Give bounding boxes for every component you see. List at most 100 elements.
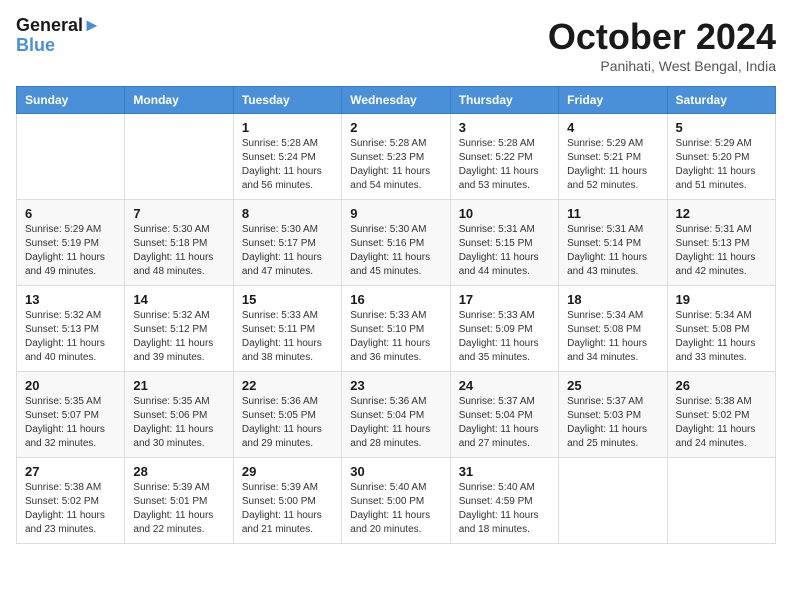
calendar-cell: 8Sunrise: 5:30 AMSunset: 5:17 PMDaylight… [233, 200, 341, 286]
sunset-text: Sunset: 5:19 PM [25, 237, 116, 251]
day-number: 3 [459, 120, 550, 135]
calendar-cell: 24Sunrise: 5:37 AMSunset: 5:04 PMDayligh… [450, 372, 558, 458]
sunrise-text: Sunrise: 5:30 AM [242, 223, 333, 237]
sunset-text: Sunset: 5:14 PM [567, 237, 658, 251]
sunrise-text: Sunrise: 5:39 AM [242, 481, 333, 495]
calendar-cell: 14Sunrise: 5:32 AMSunset: 5:12 PMDayligh… [125, 286, 233, 372]
day-info: Sunrise: 5:37 AMSunset: 5:04 PMDaylight:… [459, 395, 550, 451]
day-number: 6 [25, 206, 116, 221]
sunset-text: Sunset: 5:03 PM [567, 409, 658, 423]
calendar-cell [667, 458, 775, 544]
sunrise-text: Sunrise: 5:30 AM [133, 223, 224, 237]
daylight-text: Daylight: 11 hours and 30 minutes. [133, 423, 224, 451]
day-info: Sunrise: 5:35 AMSunset: 5:07 PMDaylight:… [25, 395, 116, 451]
calendar-cell: 3Sunrise: 5:28 AMSunset: 5:22 PMDaylight… [450, 114, 558, 200]
day-info: Sunrise: 5:32 AMSunset: 5:13 PMDaylight:… [25, 309, 116, 365]
calendar-cell: 4 Sunrise: 5:29 AMSunset: 5:21 PMDaylight… [559, 114, 667, 200]
day-number: 23 [350, 378, 441, 393]
sunset-text: Sunset: 5:10 PM [350, 323, 441, 337]
daylight-text: Daylight: 11 hours and 39 minutes. [133, 337, 224, 365]
sunset-text: Sunset: 5:04 PM [459, 409, 550, 423]
daylight-text: Daylight: 11 hours and 47 minutes. [242, 251, 333, 279]
day-info: Sunrise: 5:29 AMSunset: 5:19 PMDaylight:… [25, 223, 116, 279]
daylight-text: Daylight: 11 hours and 21 minutes. [242, 509, 333, 537]
sunset-text: Sunset: 5:21 PM [567, 151, 658, 165]
sunset-text: Sunset: 5:23 PM [350, 151, 441, 165]
day-info: Sunrise: 5:28 AMSunset: 5:23 PMDaylight:… [350, 137, 441, 193]
calendar-cell: 2Sunrise: 5:28 AMSunset: 5:23 PMDaylight… [342, 114, 450, 200]
day-info: Sunrise: 5:38 AMSunset: 5:02 PMDaylight:… [25, 481, 116, 537]
calendar-cell [17, 114, 125, 200]
col-header-monday: Monday [125, 87, 233, 114]
sunrise-text: Sunrise: 5:36 AM [242, 395, 333, 409]
daylight-text: Daylight: 11 hours and 45 minutes. [350, 251, 441, 279]
calendar-cell: 27Sunrise: 5:38 AMSunset: 5:02 PMDayligh… [17, 458, 125, 544]
day-info: Sunrise: 5:34 AMSunset: 5:08 PMDaylight:… [567, 309, 658, 365]
sunset-text: Sunset: 5:12 PM [133, 323, 224, 337]
day-info: Sunrise: 5:28 AMSunset: 5:24 PMDaylight:… [242, 137, 333, 193]
day-info: Sunrise: 5:36 AMSunset: 5:05 PMDaylight:… [242, 395, 333, 451]
sunrise-text: Sunrise: 5:35 AM [25, 395, 116, 409]
calendar-cell: 11Sunrise: 5:31 AMSunset: 5:14 PMDayligh… [559, 200, 667, 286]
day-info: Sunrise: 5:30 AMSunset: 5:17 PMDaylight:… [242, 223, 333, 279]
sunset-text: Sunset: 5:20 PM [676, 151, 767, 165]
sunrise-text: Sunrise: 5:37 AM [567, 395, 658, 409]
day-number: 21 [133, 378, 224, 393]
sunrise-text: Sunrise: 5:30 AM [350, 223, 441, 237]
calendar-cell: 17Sunrise: 5:33 AMSunset: 5:09 PMDayligh… [450, 286, 558, 372]
sunrise-text: Sunrise: 5:38 AM [25, 481, 116, 495]
day-number: 29 [242, 464, 333, 479]
daylight-text: Daylight: 11 hours and 54 minutes. [350, 165, 441, 193]
sunrise-text: Sunrise: 5:38 AM [676, 395, 767, 409]
sunset-text: Sunset: 5:22 PM [459, 151, 550, 165]
sunset-text: Sunset: 4:59 PM [459, 495, 550, 509]
calendar-cell: 31Sunrise: 5:40 AMSunset: 4:59 PMDayligh… [450, 458, 558, 544]
sunset-text: Sunset: 5:09 PM [459, 323, 550, 337]
logo: General► Blue [16, 16, 101, 56]
sunrise-text: Sunrise: 5:33 AM [459, 309, 550, 323]
daylight-text: Daylight: 11 hours and 33 minutes. [676, 337, 767, 365]
sunrise-text: Sunrise: 5:28 AM [350, 137, 441, 151]
calendar-cell: 16Sunrise: 5:33 AMSunset: 5:10 PMDayligh… [342, 286, 450, 372]
col-header-tuesday: Tuesday [233, 87, 341, 114]
day-number: 20 [25, 378, 116, 393]
day-number: 25 [567, 378, 658, 393]
calendar-cell: 30Sunrise: 5:40 AMSunset: 5:00 PMDayligh… [342, 458, 450, 544]
sunset-text: Sunset: 5:00 PM [242, 495, 333, 509]
daylight-text: Daylight: 11 hours and 27 minutes. [459, 423, 550, 451]
day-number: 4 [567, 120, 658, 135]
calendar-cell: 13Sunrise: 5:32 AMSunset: 5:13 PMDayligh… [17, 286, 125, 372]
day-number: 12 [676, 206, 767, 221]
day-info: Sunrise: 5:39 AMSunset: 5:01 PMDaylight:… [133, 481, 224, 537]
calendar-table: SundayMondayTuesdayWednesdayThursdayFrid… [16, 86, 776, 544]
sunrise-text: Sunrise: 5:31 AM [676, 223, 767, 237]
sunset-text: Sunset: 5:01 PM [133, 495, 224, 509]
calendar-cell: 5Sunrise: 5:29 AMSunset: 5:20 PMDaylight… [667, 114, 775, 200]
day-number: 30 [350, 464, 441, 479]
day-info: Sunrise: 5:39 AMSunset: 5:00 PMDaylight:… [242, 481, 333, 537]
daylight-text: Daylight: 11 hours and 38 minutes. [242, 337, 333, 365]
day-number: 26 [676, 378, 767, 393]
daylight-text: Daylight: 11 hours and 49 minutes. [25, 251, 116, 279]
calendar-cell: 20 Sunrise: 5:35 AMSunset: 5:07 PMDayligh… [17, 372, 125, 458]
daylight-text: Daylight: 11 hours and 32 minutes. [25, 423, 116, 451]
sunset-text: Sunset: 5:13 PM [676, 237, 767, 251]
daylight-text: Daylight: 11 hours and 44 minutes. [459, 251, 550, 279]
day-info: Sunrise: 5:31 AMSunset: 5:15 PMDaylight:… [459, 223, 550, 279]
daylight-text: Daylight: 11 hours and 43 minutes. [567, 251, 658, 279]
calendar-cell: 18Sunrise: 5:34 AMSunset: 5:08 PMDayligh… [559, 286, 667, 372]
day-info: Sunrise: 5:40 AMSunset: 4:59 PMDaylight:… [459, 481, 550, 537]
day-info: Sunrise: 5:29 AMSunset: 5:21 PMDaylight:… [567, 137, 658, 193]
calendar-cell: 10Sunrise: 5:31 AMSunset: 5:15 PMDayligh… [450, 200, 558, 286]
logo-text: General► Blue [16, 16, 101, 56]
col-header-sunday: Sunday [17, 87, 125, 114]
day-number: 16 [350, 292, 441, 307]
col-header-thursday: Thursday [450, 87, 558, 114]
sunset-text: Sunset: 5:00 PM [350, 495, 441, 509]
daylight-text: Daylight: 11 hours and 56 minutes. [242, 165, 333, 193]
sunset-text: Sunset: 5:24 PM [242, 151, 333, 165]
daylight-text: Daylight: 11 hours and 25 minutes. [567, 423, 658, 451]
daylight-text: Daylight: 11 hours and 29 minutes. [242, 423, 333, 451]
sunrise-text: Sunrise: 5:40 AM [459, 481, 550, 495]
sunset-text: Sunset: 5:08 PM [676, 323, 767, 337]
